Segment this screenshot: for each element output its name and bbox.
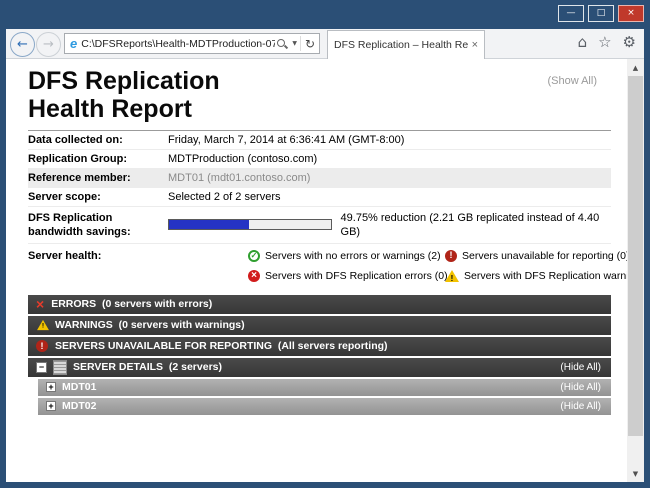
field-row-replication-group: Replication Group: MDTProduction (contos…	[28, 150, 611, 169]
section-label: SERVERS UNAVAILABLE FOR REPORTING (All s…	[55, 340, 388, 352]
bandwidth-text: 49.75% reduction (2.21 GB replicated ins…	[341, 211, 611, 239]
hide-all-link[interactable]: (Hide All)	[560, 382, 603, 393]
section-label: WARNINGS (0 servers with warnings)	[55, 319, 245, 331]
health-item-text: Servers with no errors or warnings (2)	[265, 249, 441, 263]
hide-all-link[interactable]: (Hide All)	[560, 401, 603, 412]
server-health-row: Server health: Servers with no errors or…	[28, 244, 611, 285]
field-value: Friday, March 7, 2014 at 6:36:41 AM (GMT…	[168, 133, 404, 147]
page-content: DFS Replication Health Report (Show All)…	[6, 59, 644, 482]
tab-close-icon[interactable]: ×	[472, 39, 478, 51]
health-item-ok: Servers with no errors or warnings (2)	[248, 249, 433, 263]
chevron-down-icon[interactable]: ▼	[292, 40, 297, 47]
expand-plus-icon[interactable]	[46, 382, 56, 392]
scroll-down-button[interactable]: ▼	[627, 465, 644, 482]
back-arrow-icon: ←	[17, 37, 28, 52]
close-icon: ×	[627, 9, 635, 18]
health-item-text: Servers with DFS Replication errors (0)	[265, 269, 448, 283]
field-value: MDTProduction (contoso.com)	[168, 152, 317, 166]
server-icon	[53, 360, 67, 375]
warning-triangle-icon	[445, 270, 459, 282]
minimize-button[interactable]: —	[558, 5, 584, 22]
field-label: Data collected on:	[28, 133, 168, 147]
maximize-button[interactable]: □	[588, 5, 614, 22]
server-row-mdt02[interactable]: MDT02 (Hide All)	[38, 398, 611, 415]
favorites-star-icon[interactable]: ☆	[598, 35, 611, 50]
address-bar[interactable]: e C:\DFSReports\Health-MDTProduction-07M…	[64, 33, 320, 54]
page-title-line1: DFS Replication	[28, 67, 611, 95]
tab-title: DFS Replication – Health Re...	[334, 39, 468, 51]
address-divider	[300, 36, 301, 51]
field-label: Reference member:	[28, 171, 168, 185]
forward-arrow-icon: →	[43, 37, 54, 52]
forward-button[interactable]: →	[36, 32, 61, 57]
address-url[interactable]: C:\DFSReports\Health-MDTProduction-07M	[81, 38, 275, 50]
bandwidth-bar-fill	[169, 220, 249, 229]
health-item-text: Servers with DFS Replication warnings (0…	[464, 269, 627, 283]
page-title: DFS Replication Health Report	[28, 67, 611, 124]
section-server-details[interactable]: SERVER DETAILS (2 servers) (Hide All)	[28, 358, 611, 377]
error-circle-icon	[248, 270, 260, 282]
ie-page-icon: e	[70, 36, 77, 51]
section-label: ERRORS (0 servers with errors)	[51, 298, 212, 310]
settings-gear-icon[interactable]: ⚙	[623, 35, 636, 50]
bandwidth-progress-bar	[168, 219, 332, 230]
server-name: MDT01	[62, 381, 96, 393]
field-value: MDT01 (mdt01.contoso.com)	[168, 171, 310, 185]
maximize-icon: □	[597, 9, 606, 18]
vertical-scrollbar[interactable]: ▲ ▼	[627, 59, 644, 482]
section-errors[interactable]: ERRORS (0 servers with errors)	[28, 295, 611, 314]
title-bar[interactable]: — □ ×	[0, 0, 650, 29]
browser-window: — □ × ← → e C:\DFSReports\Health-MDTProd…	[0, 0, 650, 488]
search-icon[interactable]	[276, 38, 288, 50]
health-item-errors: Servers with DFS Replication errors (0)	[248, 269, 433, 283]
server-health-grid: Servers with no errors or warnings (2) S…	[248, 249, 627, 283]
home-icon[interactable]: ⌂	[578, 35, 588, 50]
bandwidth-row: DFS Replication bandwidth savings: 49.75…	[28, 207, 611, 244]
section-servers-unavailable[interactable]: SERVERS UNAVAILABLE FOR REPORTING (All s…	[28, 337, 611, 356]
field-label: Server health:	[28, 249, 168, 283]
hide-all-link[interactable]: (Hide All)	[560, 362, 603, 373]
show-all-link[interactable]: (Show All)	[547, 75, 597, 87]
check-circle-icon	[248, 250, 260, 262]
page-title-line2: Health Report	[28, 95, 611, 123]
warning-triangle-icon	[37, 320, 49, 330]
error-x-icon	[36, 297, 44, 311]
dfs-health-report: DFS Replication Health Report (Show All)…	[6, 59, 627, 482]
field-row-reference-member: Reference member: MDT01 (mdt01.contoso.c…	[28, 169, 611, 188]
chrome-action-icons: ⌂ ☆ ⚙	[578, 35, 636, 50]
field-row-server-scope: Server scope: Selected 2 of 2 servers	[28, 188, 611, 207]
back-button[interactable]: ←	[10, 32, 35, 57]
section-label: SERVER DETAILS (2 servers)	[73, 361, 222, 373]
scroll-up-button[interactable]: ▲	[627, 59, 644, 76]
field-label: Replication Group:	[28, 152, 168, 166]
close-button[interactable]: ×	[618, 5, 644, 22]
server-row-mdt01[interactable]: MDT01 (Hide All)	[38, 379, 611, 396]
section-warnings[interactable]: WARNINGS (0 servers with warnings)	[28, 316, 611, 335]
expand-plus-icon[interactable]	[46, 401, 56, 411]
health-item-text: Servers unavailable for reporting (0)	[462, 249, 627, 263]
scrollbar-thumb[interactable]	[628, 76, 643, 436]
scroll-down-icon: ▼	[633, 470, 638, 478]
scroll-up-icon: ▲	[633, 64, 638, 72]
minimize-icon: —	[567, 9, 576, 18]
server-name: MDT02	[62, 400, 96, 412]
health-item-unavailable: Servers unavailable for reporting (0)	[445, 249, 627, 263]
field-row-data-collected: Data collected on: Friday, March 7, 2014…	[28, 131, 611, 150]
window-controls: — □ ×	[558, 5, 644, 22]
health-item-warnings: Servers with DFS Replication warnings (0…	[445, 269, 627, 283]
field-label: Server scope:	[28, 190, 168, 204]
collapse-minus-icon[interactable]	[36, 362, 47, 373]
tab-dfs-health-report[interactable]: DFS Replication – Health Re... ×	[327, 30, 485, 59]
unavailable-circle-icon	[36, 340, 48, 352]
unavailable-circle-icon	[445, 250, 457, 262]
refresh-icon[interactable]: ↻	[305, 37, 315, 51]
field-label: DFS Replication bandwidth savings:	[28, 211, 168, 239]
field-value: Selected 2 of 2 servers	[168, 190, 281, 204]
report-sections: ERRORS (0 servers with errors) WARNINGS …	[28, 295, 611, 415]
browser-chrome: ← → e C:\DFSReports\Health-MDTProduction…	[6, 29, 644, 59]
